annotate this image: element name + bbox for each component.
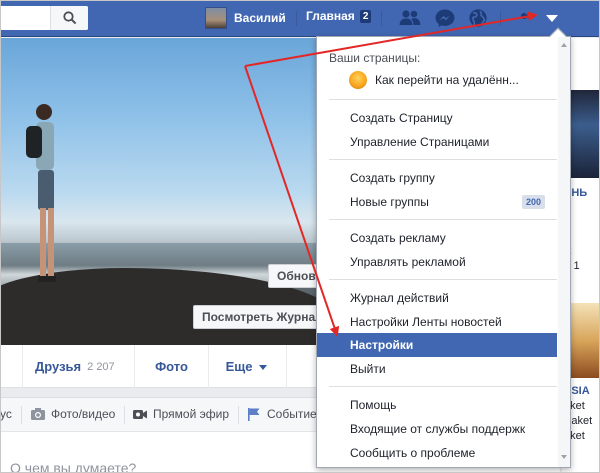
menu-item-activity-log[interactable]: Журнал действий xyxy=(317,286,557,310)
tab-more[interactable]: Еще xyxy=(208,345,286,388)
dropdown-scrollbar[interactable] xyxy=(558,37,570,467)
menu-divider xyxy=(329,386,557,387)
live-video-button[interactable]: Прямой эфир xyxy=(132,407,229,421)
tab-more-label: Еще xyxy=(225,359,253,374)
nav-divider xyxy=(500,11,501,26)
friends-count: 2 207 xyxy=(87,360,115,373)
account-menu-button[interactable] xyxy=(540,7,564,29)
menu-divider xyxy=(329,99,557,100)
globe-icon xyxy=(469,9,487,27)
new-groups-label: Новые группы xyxy=(350,195,429,209)
composer-input[interactable]: О чем вы думаете? xyxy=(10,460,136,473)
tab-friends[interactable]: Друзья 2 207 xyxy=(22,345,134,388)
scroll-down-arrow-icon[interactable] xyxy=(561,455,567,459)
menu-item-news-feed-preferences[interactable]: Настройки Ленты новостей xyxy=(317,310,557,334)
tab-friends-label: Друзья xyxy=(35,359,82,374)
account-dropdown-menu: Ваши страницы: Как перейти на удалённ...… xyxy=(316,27,571,468)
flag-icon xyxy=(248,408,260,421)
home-label: Главная xyxy=(306,9,355,23)
menu-item-report-problem[interactable]: Сообщить о проблеме xyxy=(317,441,557,465)
page-name: Как перейти на удалённ... xyxy=(375,73,519,87)
composer-divider xyxy=(21,406,22,424)
messenger-icon xyxy=(435,9,455,27)
menu-item-manage-pages[interactable]: Управление Страницами xyxy=(317,130,557,154)
avatar xyxy=(205,7,227,29)
tab-about[interactable] xyxy=(0,345,24,388)
home-link[interactable]: Главная 2 xyxy=(306,9,372,23)
friends-icon xyxy=(399,10,421,25)
view-activity-log-button[interactable]: Посмотреть Журнал xyxy=(193,305,323,329)
search-button[interactable] xyxy=(50,6,88,30)
life-event-button[interactable]: Событие xyxy=(246,407,317,421)
composer-divider xyxy=(124,406,125,424)
event-label: Событие xyxy=(267,407,317,421)
photo-video-button[interactable]: Фото/видео xyxy=(30,407,115,421)
live-label: Прямой эфир xyxy=(153,407,229,421)
lock-icon xyxy=(521,13,533,19)
page-avatar-icon xyxy=(349,71,367,89)
cover-person-figure xyxy=(26,104,56,282)
menu-item-support-inbox[interactable]: Входящие от службы поддержк xyxy=(317,417,557,441)
menu-divider xyxy=(329,219,557,220)
nav-divider xyxy=(381,11,382,26)
nav-divider xyxy=(296,11,297,26)
tab-spacer xyxy=(286,345,316,388)
composer-divider xyxy=(238,406,239,424)
photo-video-label: Фото/видео xyxy=(51,407,116,421)
menu-item-settings[interactable]: Настройки xyxy=(317,333,557,357)
profile-name: Василий xyxy=(234,11,286,25)
composer-status[interactable]: ус xyxy=(0,407,12,421)
menu-item-page[interactable]: Как перейти на удалённ... xyxy=(349,70,519,90)
your-pages-header: Ваши страницы: xyxy=(329,51,421,65)
profile-link[interactable]: Василий xyxy=(205,7,286,29)
search-input[interactable] xyxy=(0,6,88,30)
top-navigation-bar: Василий Главная 2 xyxy=(0,0,600,37)
account-menu-caret-icon xyxy=(546,15,558,22)
chevron-down-icon xyxy=(259,364,268,370)
tab-photos[interactable]: Фото xyxy=(134,345,208,388)
menu-item-manage-ads[interactable]: Управлять рекламой xyxy=(317,250,557,274)
menu-divider xyxy=(329,159,557,160)
camera-icon xyxy=(31,408,45,420)
tab-photos-label: Фото xyxy=(155,359,188,374)
menu-item-create-page[interactable]: Создать Страницу xyxy=(317,106,557,130)
quick-help-button[interactable] xyxy=(516,8,538,28)
messages-button[interactable] xyxy=(434,8,456,28)
menu-item-create-group[interactable]: Создать группу xyxy=(317,166,557,190)
home-badge: 2 xyxy=(359,9,372,23)
friend-requests-button[interactable] xyxy=(399,8,421,28)
search-icon xyxy=(62,11,76,25)
composer-status-label: ус xyxy=(0,407,12,421)
menu-divider xyxy=(329,279,557,280)
menu-item-create-ad[interactable]: Создать рекламу xyxy=(317,226,557,250)
menu-item-new-groups[interactable]: Новые группы 200 xyxy=(317,190,557,214)
menu-item-logout[interactable]: Выйти xyxy=(317,357,557,381)
scroll-up-arrow-icon[interactable] xyxy=(561,43,567,47)
notifications-button[interactable] xyxy=(467,8,489,28)
video-camera-icon xyxy=(133,410,147,419)
menu-item-help[interactable]: Помощь xyxy=(317,393,557,417)
new-groups-count-badge: 200 xyxy=(521,195,545,209)
